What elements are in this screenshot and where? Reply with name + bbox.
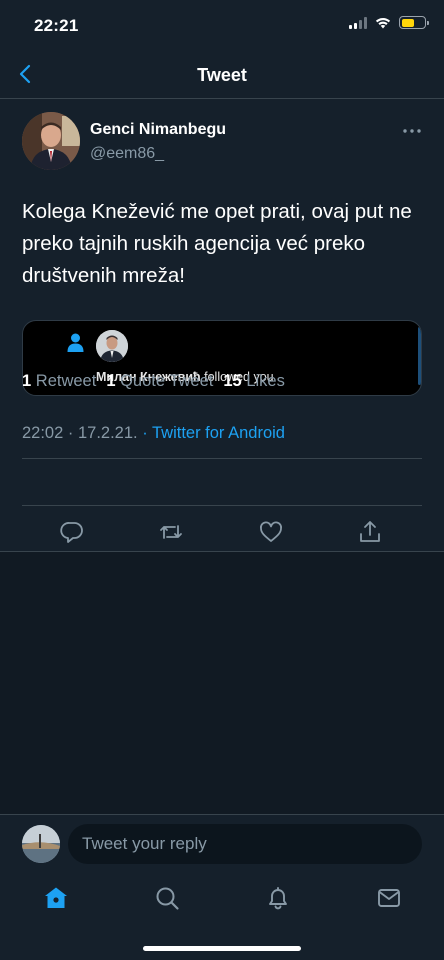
image-edge <box>418 327 421 385</box>
nav-bar: Tweet <box>0 50 444 99</box>
user-avatar[interactable] <box>22 825 60 863</box>
follower-avatar <box>96 330 128 362</box>
author-avatar[interactable] <box>22 112 80 170</box>
battery-level <box>401 18 414 27</box>
page-title: Tweet <box>197 65 247 85</box>
retweet-stat[interactable]: 1 Retweet <box>22 372 96 391</box>
tweet-meta: 22:02 · 17.2.21. · Twitter for Android <box>22 424 285 443</box>
status-bar: 22:21 <box>0 0 444 50</box>
wifi-icon <box>375 17 391 29</box>
quote-tweet-count: 1 <box>106 372 116 390</box>
quote-tweet-label: Quote Tweet <box>120 372 214 390</box>
status-time: 22:21 <box>34 16 79 35</box>
like-icon[interactable] <box>258 519 284 545</box>
tweet-stats: 1 Retweet 1 Quote Tweet 15 Likes <box>22 372 295 391</box>
quote-tweet-stat[interactable]: 1 Quote Tweet <box>106 372 213 391</box>
tweet-text: Kolega Knežević me opet prati, ovaj put … <box>22 200 412 287</box>
status-icons <box>349 16 429 29</box>
battery-icon <box>399 16 429 29</box>
home-indicator <box>143 946 301 951</box>
messages-icon[interactable] <box>376 885 402 911</box>
stats-divider <box>22 505 422 506</box>
reply-input[interactable] <box>68 824 422 864</box>
likes-stat[interactable]: 15 Likes <box>223 372 284 391</box>
notifications-icon[interactable] <box>265 885 291 911</box>
meta-divider <box>22 458 422 459</box>
meta-separator: · <box>67 424 78 442</box>
search-icon[interactable] <box>154 885 180 911</box>
person-icon <box>67 333 84 352</box>
empty-replies-area <box>0 552 444 814</box>
retweet-icon[interactable] <box>158 519 184 545</box>
reply-bar <box>0 815 444 873</box>
retweet-label: Retweet <box>35 372 97 390</box>
cellular-signal-icon <box>349 16 367 29</box>
tweet-date: 17.2.21. <box>77 424 138 442</box>
meta-separator: · <box>142 424 152 442</box>
likes-count: 15 <box>223 372 242 390</box>
author-handle[interactable]: @eem86_ <box>90 145 164 163</box>
author-display-name[interactable]: Genci Nimanbegu <box>90 121 226 139</box>
tweet-actions <box>0 517 444 553</box>
likes-label: Likes <box>246 372 285 390</box>
more-options-icon[interactable] <box>402 128 422 134</box>
reply-icon[interactable] <box>59 519 85 545</box>
share-icon[interactable] <box>357 519 383 545</box>
retweet-count: 1 <box>22 372 32 390</box>
tweet-time: 22:02 <box>22 424 64 442</box>
tweet-source[interactable]: Twitter for Android <box>152 424 285 442</box>
home-icon[interactable] <box>43 885 69 911</box>
